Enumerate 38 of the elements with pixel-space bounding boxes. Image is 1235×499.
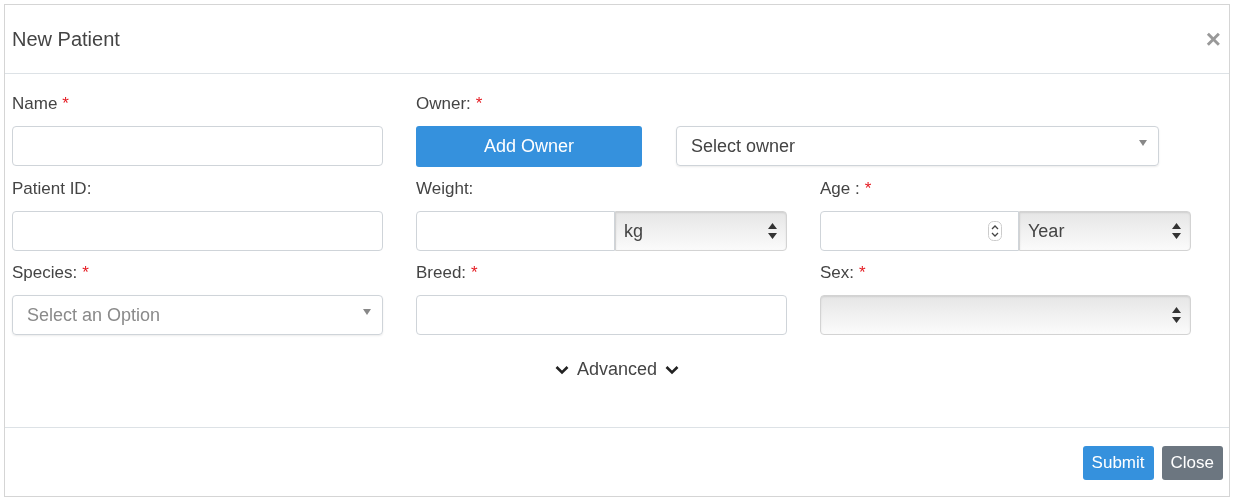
submit-button[interactable]: Submit <box>1082 446 1154 480</box>
required-mark: * <box>864 179 872 200</box>
owner-select[interactable]: Select owner <box>676 126 1159 166</box>
up-down-arrows-icon <box>1172 307 1181 323</box>
input-field[interactable] <box>12 126 383 166</box>
field-label: Sex: <box>820 263 855 284</box>
input-field[interactable] <box>12 211 383 251</box>
caret-icon <box>363 309 371 315</box>
field-label: Owner: <box>416 94 471 115</box>
required-mark: * <box>62 94 69 115</box>
required-mark: * <box>475 94 483 115</box>
spinner-icon <box>988 221 1002 241</box>
advanced-toggle[interactable]: Advanced <box>554 359 680 380</box>
up-down-arrows-icon <box>768 223 777 239</box>
field-label: Age : <box>820 179 860 200</box>
unit-select[interactable]: kg <box>615 211 787 251</box>
caret-icon <box>1139 140 1147 146</box>
add-owner-button[interactable]: Add Owner <box>416 126 642 167</box>
input-field[interactable] <box>416 211 615 251</box>
input-field[interactable] <box>416 295 787 335</box>
select-field[interactable]: Select an Option <box>12 295 383 335</box>
chevron-icon <box>665 364 680 375</box>
up-down-arrows-icon <box>1172 223 1181 239</box>
select-field[interactable] <box>820 295 1191 335</box>
dialog-title: New Patient <box>12 27 120 51</box>
field-label: Species: <box>12 263 78 284</box>
required-mark: * <box>859 263 866 284</box>
close-button[interactable]: Close <box>1161 446 1223 480</box>
required-mark: * <box>471 263 478 284</box>
close-button[interactable]: × <box>1205 26 1221 52</box>
input-field[interactable] <box>820 211 1019 251</box>
field-label: Patient ID: <box>12 179 92 200</box>
unit-select[interactable]: Year <box>1019 211 1191 251</box>
chevron-icon <box>554 364 569 375</box>
field-label: Breed: <box>416 263 467 284</box>
field-label: Weight: <box>416 179 474 200</box>
field-label: Name <box>12 94 58 115</box>
required-mark: * <box>82 263 89 284</box>
